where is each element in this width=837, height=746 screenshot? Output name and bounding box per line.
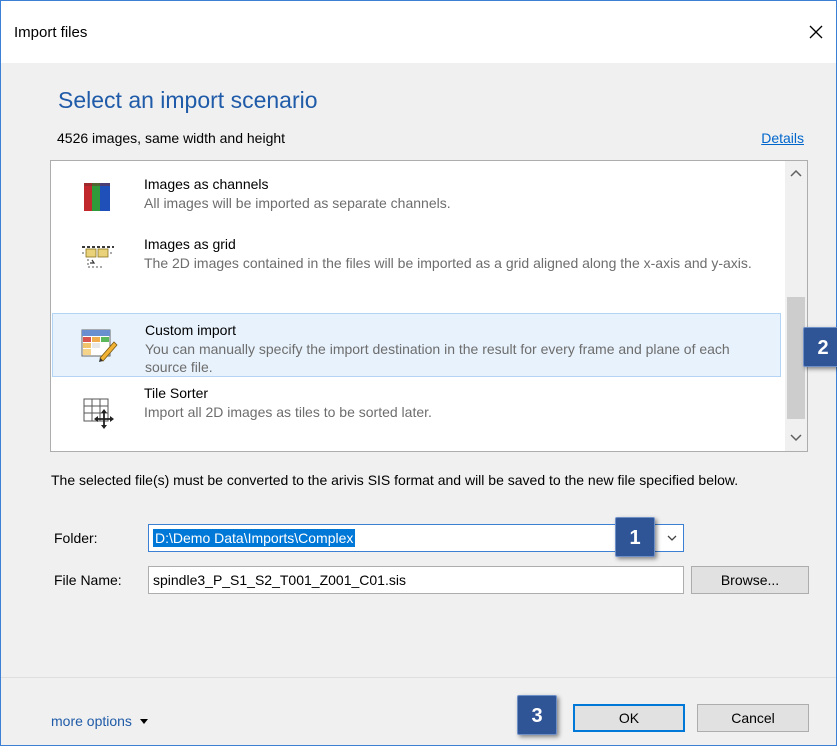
- folder-value: D:\Demo Data\Imports\Complex: [153, 529, 356, 547]
- page-title: Select an import scenario: [58, 87, 318, 113]
- more-options-button[interactable]: more options: [51, 713, 149, 729]
- image-summary: 4526 images, same width and height: [57, 130, 286, 146]
- scenario-item-tile-sorter[interactable]: Tile Sorter Import all 2D images as tile…: [52, 383, 781, 443]
- scenario-title: Custom import: [145, 322, 237, 338]
- folder-dropdown-button[interactable]: [661, 525, 683, 551]
- caret-down-icon: [139, 719, 148, 724]
- folder-label: Folder:: [54, 530, 98, 546]
- scenario-item-channels[interactable]: Images as channels All images will be im…: [52, 167, 781, 227]
- scenario-description: Import all 2D images as tiles to be sort…: [144, 404, 432, 420]
- close-icon: [809, 25, 823, 39]
- scroll-up-icon[interactable]: [789, 166, 803, 180]
- chevron-down-icon: [667, 535, 677, 541]
- conversion-info: The selected file(s) must be converted t…: [51, 472, 739, 488]
- callout-badge-2: 2: [803, 327, 837, 367]
- details-link[interactable]: Details: [761, 130, 804, 146]
- scenario-list-scrollbar[interactable]: [785, 161, 807, 451]
- file-name-label: File Name:: [54, 572, 122, 588]
- scenario-item-custom-import[interactable]: Custom import You can manually specify t…: [52, 313, 781, 377]
- dialog-content: Select an import scenario 4526 images, s…: [1, 63, 837, 677]
- callout-badge-3: 3: [517, 695, 557, 735]
- channels-icon: [84, 183, 110, 211]
- custom-import-icon: [81, 329, 118, 362]
- cancel-button[interactable]: Cancel: [697, 704, 809, 732]
- tile-sorter-icon: [83, 398, 114, 429]
- file-name-field[interactable]: spindle3_P_S1_S2_T001_Z001_C01.sis: [148, 566, 684, 594]
- scenario-description: You can manually specify the import dest…: [145, 341, 730, 375]
- grid-icon: [82, 246, 114, 268]
- import-files-dialog: Import files Select an import scenario 4…: [0, 0, 837, 746]
- more-options-label: more options: [51, 713, 132, 729]
- title-bar: Import files: [1, 1, 836, 63]
- scenario-description: All images will be imported as separate …: [144, 195, 451, 211]
- close-button[interactable]: [796, 15, 836, 49]
- folder-combobox[interactable]: D:\Demo Data\Imports\Complex: [148, 524, 684, 552]
- scenario-title: Images as channels: [144, 176, 269, 192]
- browse-button[interactable]: Browse...: [691, 566, 809, 594]
- scenario-description: The 2D images contained in the files wil…: [144, 255, 752, 271]
- dialog-footer: more options 3 OK Cancel: [1, 677, 836, 745]
- window-title: Import files: [14, 24, 88, 41]
- callout-badge-1: 1: [615, 517, 655, 557]
- scenario-list[interactable]: Images as channels All images will be im…: [50, 160, 808, 452]
- scenario-title: Images as grid: [144, 236, 236, 252]
- scenario-title: Tile Sorter: [144, 385, 209, 401]
- scenario-item-grid[interactable]: Images as grid The 2D images contained i…: [52, 233, 781, 309]
- ok-button[interactable]: OK: [573, 704, 685, 732]
- scroll-down-icon[interactable]: [789, 431, 803, 445]
